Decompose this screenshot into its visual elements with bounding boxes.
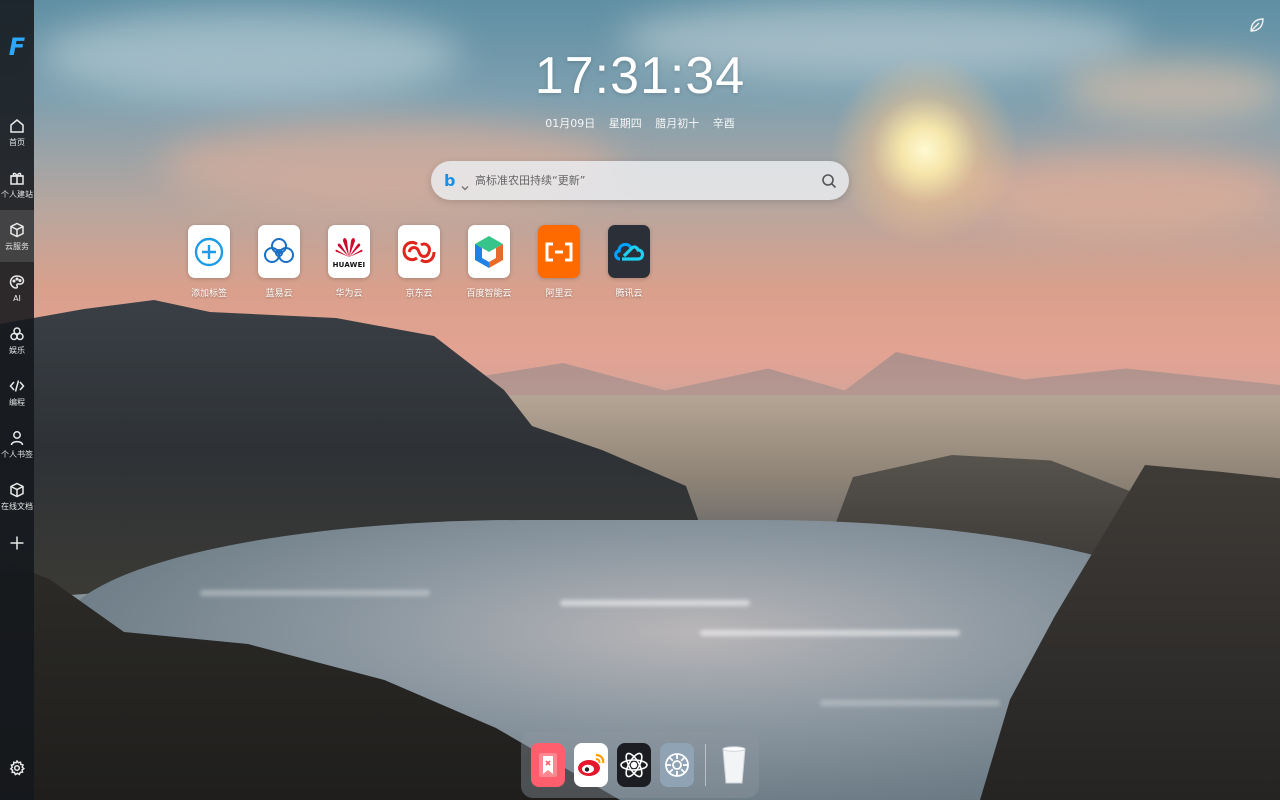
trash-icon[interactable]: [717, 743, 751, 787]
wallpaper-switch-button[interactable]: [1248, 16, 1266, 34]
sidebar-item-bookmarks[interactable]: 个人书签: [0, 418, 34, 470]
app-huaweicloud[interactable]: HUAWEI 华为云: [326, 225, 372, 299]
plus-icon: [10, 536, 24, 550]
chevron-down-icon: [461, 185, 469, 190]
sidebar-item-cloud-service[interactable]: 云服务: [0, 210, 34, 262]
code-icon: [9, 379, 25, 392]
sidebar-item-label: AI: [13, 293, 21, 303]
sidebar-item-label: 个人建站: [1, 189, 33, 199]
sidebar-item-label: 首页: [9, 137, 25, 147]
app-label: 百度智能云: [466, 289, 512, 299]
gear-icon: [9, 759, 25, 776]
sidebar-nav: 首页 个人建站 云服务 AI 娱乐 编程 个人书签 在线文档: [0, 106, 34, 558]
react-icon[interactable]: [617, 743, 651, 787]
date-ganzhi: 辛酉: [712, 117, 735, 130]
dock: [521, 732, 759, 798]
palette-icon: [9, 274, 25, 289]
user-icon: [10, 430, 24, 445]
cube-icon: [10, 222, 24, 237]
app-label: 蓝易云: [265, 289, 293, 299]
sidebar-item-ai[interactable]: AI: [0, 262, 34, 314]
app-tencentcloud[interactable]: 腾讯云: [606, 225, 652, 299]
search-button[interactable]: [809, 161, 849, 200]
circles-icon: [10, 326, 24, 340]
engine-dropdown-caret[interactable]: [461, 177, 469, 190]
aliyun-icon: [538, 225, 580, 278]
huawei-icon: HUAWEI: [328, 225, 370, 278]
gift-icon: [10, 172, 24, 185]
sidebar-item-home[interactable]: 首页: [0, 106, 34, 158]
app-label: 京东云: [405, 289, 433, 299]
sidebar-item-online-docs[interactable]: 在线文档: [0, 470, 34, 522]
app-grid: 添加标签 蓝易云 HUAWEI 华为云 京东云 百度智能云 阿里云 腾讯云: [186, 225, 652, 299]
app-add-tag[interactable]: 添加标签: [186, 225, 232, 299]
add-icon: [188, 225, 230, 278]
foam: [560, 600, 750, 606]
date-day: 01月09日: [545, 117, 596, 130]
baiducloud-icon: [468, 225, 510, 278]
bing-icon[interactable]: b: [444, 172, 456, 189]
app-label: 阿里云: [545, 289, 573, 299]
date-lunar: 腊月初十: [655, 117, 700, 130]
sidebar-item-label: 编程: [9, 397, 25, 407]
sun: [830, 55, 1020, 245]
sidebar-item-label: 娱乐: [9, 345, 25, 355]
sidebar-item-label: 个人书签: [1, 449, 33, 459]
sidebar: F 首页 个人建站 云服务 AI 娱乐 编程 个人书签 在线文档: [0, 0, 34, 800]
app-baiducloud[interactable]: 百度智能云: [466, 225, 512, 299]
app-logo[interactable]: F: [6, 34, 28, 60]
home-icon: [10, 118, 24, 133]
box-icon: [10, 482, 24, 497]
search-icon: [822, 173, 837, 188]
system-settings-icon[interactable]: [660, 743, 694, 787]
search-input[interactable]: [475, 161, 809, 200]
app-label: 添加标签: [190, 289, 227, 299]
jdcloud-icon: [398, 225, 440, 278]
sidebar-item-entertainment[interactable]: 娱乐: [0, 314, 34, 366]
foam: [820, 700, 1000, 706]
sidebar-item-programming[interactable]: 编程: [0, 366, 34, 418]
cloud: [1060, 60, 1280, 120]
weibo-icon[interactable]: [574, 743, 608, 787]
cloud: [40, 10, 460, 100]
search-bar: b: [431, 161, 849, 200]
clock-time: 17:31:34: [534, 47, 746, 105]
sidebar-item-label: 云服务: [5, 241, 29, 251]
tencentcloud-icon: [608, 225, 650, 278]
app-aliyun[interactable]: 阿里云: [536, 225, 582, 299]
foam: [700, 630, 960, 636]
dock-separator: [705, 744, 706, 786]
sidebar-item-personal-site[interactable]: 个人建站: [0, 158, 34, 210]
foam: [200, 590, 430, 596]
huawei-logo-text: HUAWEI: [332, 260, 366, 269]
app-label: 华为云: [335, 289, 363, 299]
sidebar-item-label: 在线文档: [1, 501, 33, 511]
bookmark-app-icon[interactable]: [531, 743, 565, 787]
app-lanyiyun[interactable]: 蓝易云: [256, 225, 302, 299]
lanyiyun-icon: [258, 225, 300, 278]
sidebar-add-button[interactable]: [0, 528, 34, 558]
settings-button[interactable]: [9, 759, 25, 776]
date-line: 01月09日 星期四 腊月初十 辛酉: [490, 115, 790, 131]
date-weekday: 星期四: [608, 117, 642, 130]
leaf-icon: [1250, 18, 1264, 32]
app-label: 腾讯云: [615, 289, 643, 299]
app-jdcloud[interactable]: 京东云: [396, 225, 442, 299]
